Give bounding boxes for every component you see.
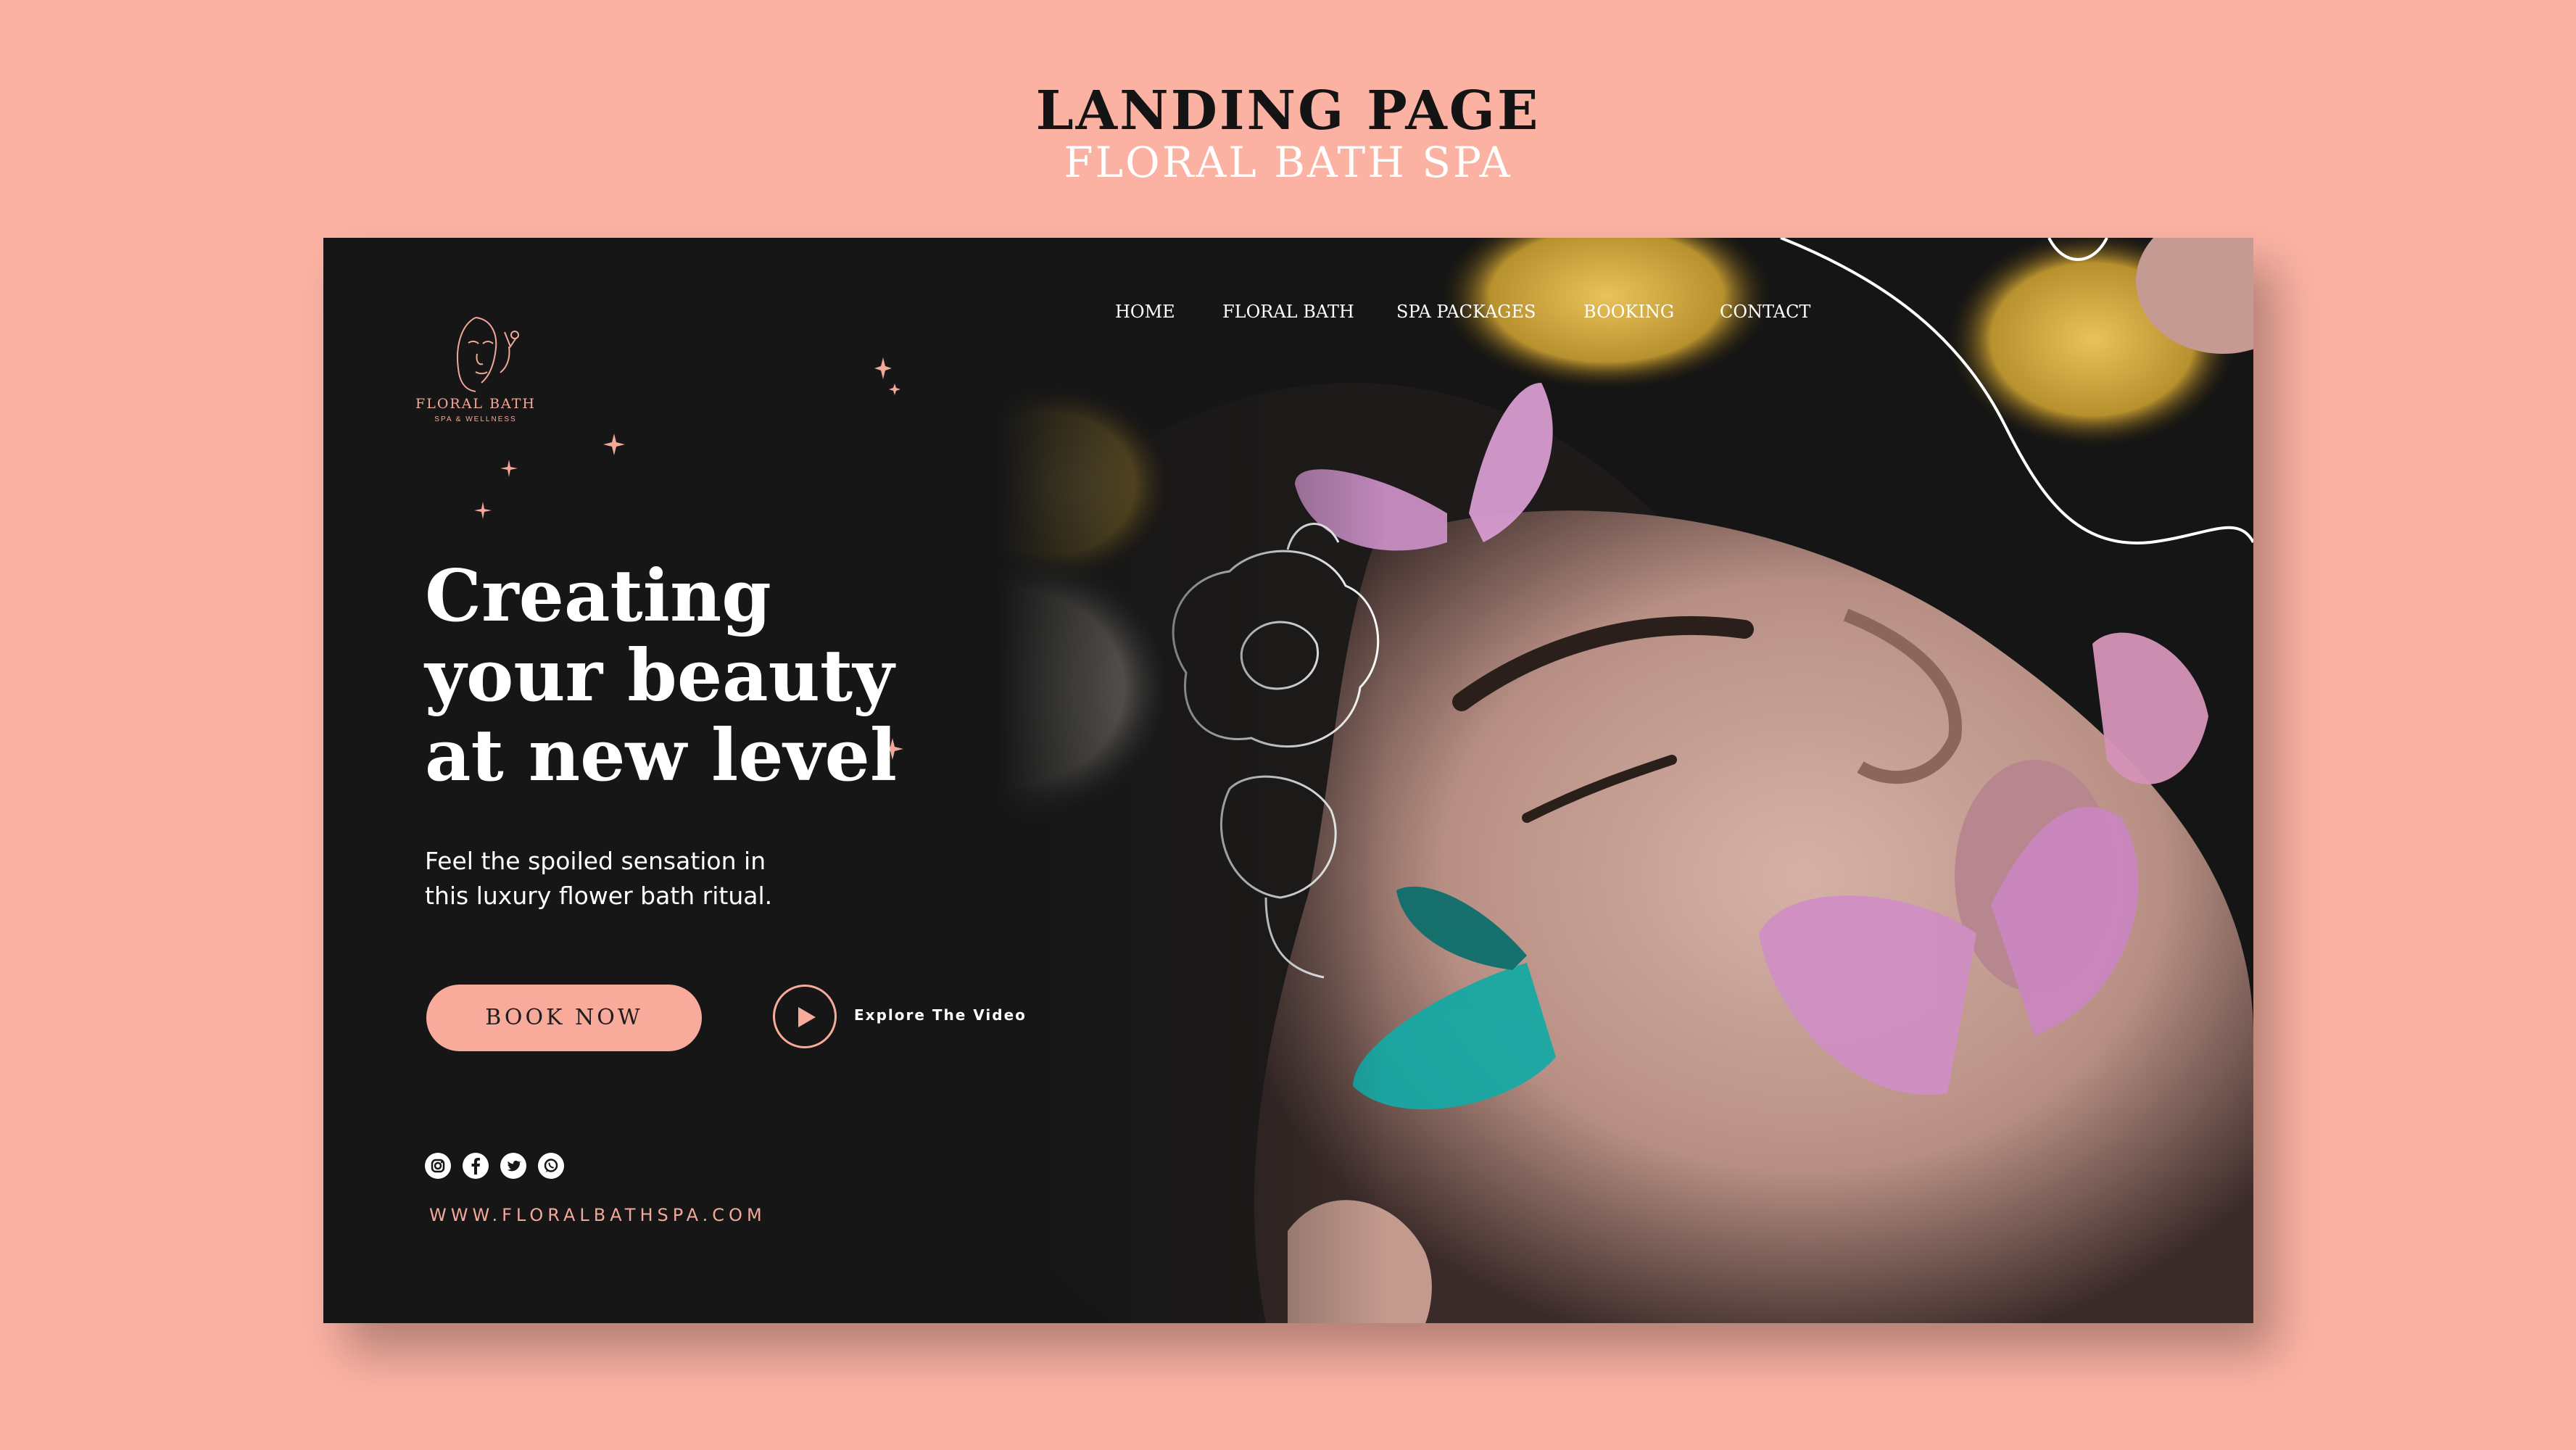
hero-headline: Creating your beauty at new level	[425, 555, 898, 798]
landing-page-mockup: FLORAL BATH SPA & WELLNESS HOME FLORAL B…	[323, 238, 2253, 1323]
nav-item-floral-bath[interactable]: FLORAL BATH	[1222, 302, 1354, 322]
hero-subtext: Feel the spoiled sensation in this luxur…	[425, 847, 773, 910]
play-video-button[interactable]	[773, 985, 837, 1048]
sparkle-icon	[474, 502, 492, 519]
instagram-icon[interactable]	[425, 1153, 451, 1179]
presentation-canvas: LANDING PAGE FLORAL BATH SPA FLORAL BATH…	[0, 0, 2576, 1450]
explore-video-link[interactable]: Explore The Video	[854, 1006, 1027, 1024]
sparkle-icon	[500, 460, 518, 477]
facebook-icon[interactable]	[463, 1153, 489, 1179]
sparkle-icon	[874, 357, 900, 395]
play-icon	[798, 1007, 816, 1027]
nav-item-booking[interactable]: BOOKING	[1583, 302, 1674, 322]
website-link[interactable]: WWW.FLORALBATHSPA.COM	[429, 1205, 766, 1225]
page-title: LANDING PAGE	[1035, 80, 1541, 142]
page-subtitle: FLORAL BATH SPA	[1064, 138, 1512, 187]
book-now-button[interactable]: BOOK NOW	[426, 985, 702, 1051]
sparkle-icon	[603, 434, 625, 455]
brand-name: FLORAL BATH	[415, 396, 536, 412]
brand-tagline: SPA & WELLNESS	[434, 415, 517, 423]
nav-item-home[interactable]: HOME	[1115, 302, 1175, 322]
whatsapp-icon[interactable]	[538, 1153, 564, 1179]
twitter-icon[interactable]	[500, 1153, 526, 1179]
nav-item-contact[interactable]: CONTACT	[1720, 302, 1810, 322]
nav-item-spa-packages[interactable]: SPA PACKAGES	[1396, 302, 1536, 322]
